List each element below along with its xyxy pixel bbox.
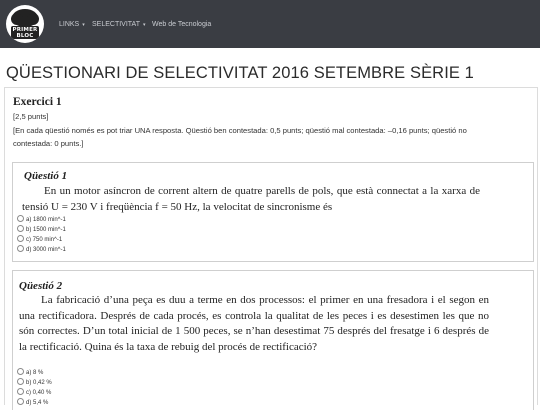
- option-label: d) 5,4 %: [26, 400, 49, 407]
- option-label: b) 1500 min^-1: [26, 227, 66, 234]
- radio-button[interactable]: [17, 215, 24, 222]
- chevron-down-icon: ▾: [142, 22, 146, 28]
- radio-button[interactable]: [17, 225, 24, 232]
- page-title: QÜESTIONARI DE SELECTIVITAT 2016 SETEMBR…: [6, 64, 474, 82]
- radio-button[interactable]: [17, 235, 24, 242]
- answer-option[interactable]: d) 5,4 %: [17, 398, 49, 407]
- option-label: a) 8 %: [26, 370, 44, 377]
- answer-option[interactable]: d) 3000 min^-1: [17, 245, 66, 254]
- radio-button[interactable]: [17, 388, 24, 395]
- option-label: d) 3000 min^-1: [26, 247, 66, 254]
- answer-option[interactable]: b) 1500 min^-1: [17, 225, 66, 234]
- option-label: b) 0,42 %: [26, 380, 52, 387]
- exercise-points: [2,5 punts]: [13, 112, 49, 121]
- nav-web-tecnologia-link[interactable]: Web de Tecnologia: [152, 21, 211, 28]
- top-navbar: PRIMER BLOC LINKS ▾ SELECTIVITAT ▾ Web de …: [0, 0, 540, 48]
- answer-option[interactable]: a) 1800 min^-1: [17, 215, 66, 224]
- nav-links-label: LINKS: [59, 21, 80, 28]
- site-logo[interactable]: PRIMER BLOC: [6, 5, 44, 43]
- option-label: c) 0,40 %: [26, 390, 52, 397]
- answer-option[interactable]: b) 0,42 %: [17, 378, 52, 387]
- question-text: La fabricació d’una peça es duu a terme …: [19, 293, 489, 355]
- exercise-instructions: [En cada qüestió només es pot triar UNA …: [13, 126, 467, 148]
- question-title: Qüestió 2: [19, 280, 63, 292]
- exercise-title: Exercici 1: [13, 96, 62, 108]
- nav-selectivitat-label: SELECTIVITAT: [92, 21, 140, 28]
- question-body: La fabricació d’una peça es duu a terme …: [19, 294, 489, 353]
- answer-option[interactable]: c) 750 min^-1: [17, 235, 63, 244]
- question-card: Qüestió 1 En un motor asíncron de corren…: [12, 162, 534, 262]
- answer-option[interactable]: c) 0,40 %: [17, 388, 52, 397]
- nav-links-dropdown[interactable]: LINKS ▾: [59, 21, 85, 28]
- answer-option[interactable]: a) 8 %: [17, 368, 44, 377]
- question-body: En un motor asíncron de corrent altern d…: [22, 185, 480, 213]
- nav-selectivitat-dropdown[interactable]: SELECTIVITAT ▾: [92, 21, 146, 28]
- radio-button[interactable]: [17, 245, 24, 252]
- chevron-down-icon: ▾: [82, 22, 85, 28]
- question-text: En un motor asíncron de corrent altern d…: [22, 184, 480, 215]
- radio-button[interactable]: [17, 378, 24, 385]
- radio-button[interactable]: [17, 398, 24, 405]
- question-title: Qüestió 1: [24, 170, 68, 182]
- radio-button[interactable]: [17, 368, 24, 375]
- option-label: a) 1800 min^-1: [26, 217, 66, 224]
- logo-text: PRIMER BLOC: [6, 27, 44, 39]
- option-label: c) 750 min^-1: [26, 237, 63, 244]
- question-card: Qüestió 2 La fabricació d’una peça es du…: [12, 270, 534, 410]
- nav-web-tecnologia-label: Web de Tecnologia: [152, 21, 212, 28]
- logo-text-line2: BLOC: [16, 33, 34, 39]
